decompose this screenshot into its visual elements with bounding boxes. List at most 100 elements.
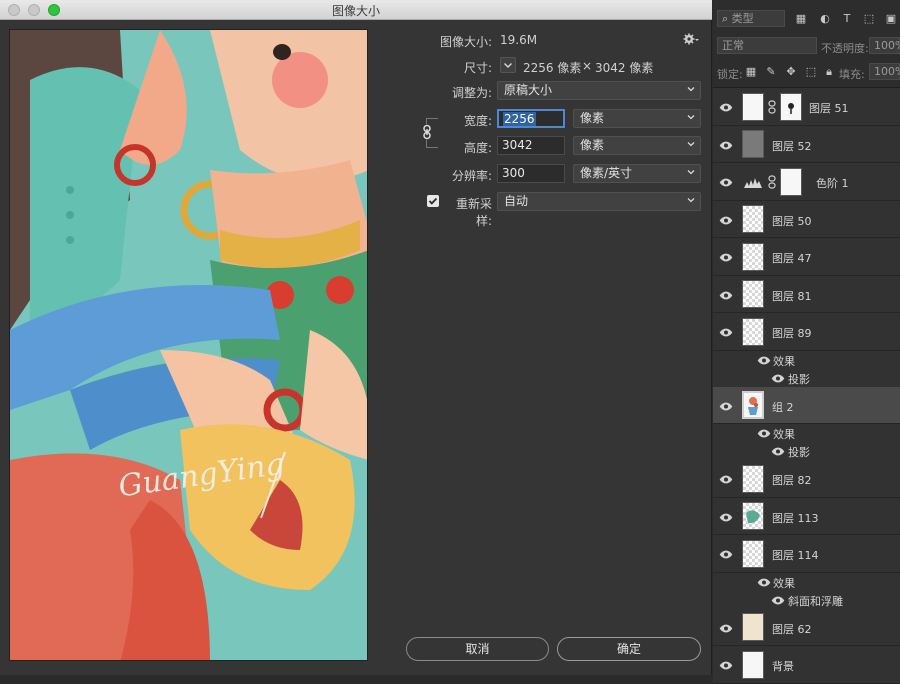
type-filter-icon[interactable]: T — [841, 13, 853, 25]
shape-filter-icon[interactable]: ⬚ — [863, 13, 875, 25]
smart-object-filter-icon[interactable]: ▣ — [885, 13, 897, 25]
visibility-eye-icon[interactable] — [719, 252, 733, 262]
visibility-eye-icon[interactable] — [719, 327, 733, 337]
layer-name[interactable]: 图层 50 — [772, 213, 812, 229]
visibility-eye-icon[interactable] — [757, 428, 771, 438]
layer-filter-value: 类型 — [731, 12, 754, 25]
fill-input[interactable]: 100% — [869, 63, 900, 80]
layer-row[interactable]: 组 2 — [713, 386, 900, 424]
cancel-button[interactable]: 取消 — [406, 637, 549, 661]
layer-thumbnail — [742, 167, 764, 196]
visibility-eye-icon[interactable] — [719, 549, 733, 559]
layer-name[interactable]: 色阶 1 — [816, 175, 849, 191]
resolution-input[interactable]: 300 — [497, 164, 565, 183]
width-input[interactable]: 2256 — [497, 109, 565, 128]
layer-row[interactable]: 图层 62 — [713, 608, 900, 646]
image-size-label: 图像大小: — [439, 35, 492, 49]
resolution-unit-dropdown[interactable]: 像素/英寸 — [573, 164, 701, 183]
layer-mask-thumbnail[interactable] — [780, 167, 802, 196]
layer-name[interactable]: 图层 51 — [809, 100, 849, 116]
visibility-eye-icon[interactable] — [719, 474, 733, 484]
effects-row[interactable]: 效果 — [713, 351, 900, 369]
artboard-lock-icon[interactable]: ⬚ — [805, 66, 817, 78]
layer-row[interactable]: 背景 — [713, 646, 900, 684]
visibility-eye-icon[interactable] — [719, 140, 733, 150]
layer-name[interactable]: 图层 81 — [772, 288, 812, 304]
effect-item[interactable]: 投影 — [713, 369, 900, 387]
image-size-value: 19.6M — [500, 33, 538, 47]
layer-row[interactable]: 图层 81 — [713, 275, 900, 313]
opacity-input[interactable]: 100% — [869, 37, 900, 54]
layer-row[interactable]: 图层 52 — [713, 125, 900, 163]
effects-row[interactable]: 效果 — [713, 424, 900, 442]
layer-thumbnail — [742, 317, 764, 346]
layer-name[interactable]: 图层 52 — [772, 138, 812, 154]
visibility-eye-icon[interactable] — [719, 623, 733, 633]
layer-filter-dropdown[interactable]: ⌕ 类型 — [717, 10, 785, 27]
layer-thumbnail — [742, 242, 764, 271]
fit-to-dropdown[interactable]: 原稿大小 — [497, 81, 701, 100]
visibility-eye-icon[interactable] — [719, 401, 733, 411]
layer-name[interactable]: 图层 113 — [772, 510, 819, 526]
mask-link-icon[interactable] — [768, 175, 776, 189]
visibility-eye-icon[interactable] — [771, 595, 785, 604]
dimensions-unit-dropdown[interactable] — [500, 57, 516, 73]
layer-name[interactable]: 组 2 — [772, 399, 794, 415]
height-unit-dropdown[interactable]: 像素 — [573, 136, 701, 155]
layer-name[interactable]: 图层 114 — [772, 547, 819, 563]
effect-item[interactable]: 斜面和浮雕 — [713, 591, 900, 609]
visibility-eye-icon[interactable] — [719, 215, 733, 225]
visibility-eye-icon[interactable] — [757, 577, 771, 586]
chevron-down-icon — [504, 63, 512, 68]
dimensions-height: 3042 像素 — [595, 61, 654, 75]
layer-row[interactable]: 图层 50 — [713, 200, 900, 238]
effect-item[interactable]: 投影 — [713, 442, 900, 460]
image-preview[interactable]: GuangYing — [9, 29, 368, 661]
resample-checkbox[interactable] — [427, 195, 439, 207]
lock-transparent-icon[interactable]: ▦ — [745, 66, 757, 78]
layer-row[interactable]: 图层 113 — [713, 497, 900, 535]
resolution-label: 分辨率: — [451, 169, 492, 183]
layer-row[interactable]: 图层 51 — [713, 88, 900, 126]
chevron-down-icon — [687, 142, 695, 147]
search-icon: ⌕ — [722, 12, 729, 25]
chevron-down-icon — [687, 87, 695, 92]
visibility-eye-icon[interactable] — [719, 290, 733, 300]
layer-name[interactable]: 图层 62 — [772, 621, 812, 637]
resolution-unit-value: 像素/英寸 — [580, 166, 633, 180]
visibility-eye-icon[interactable] — [719, 102, 733, 112]
lock-position-icon[interactable]: ✥ — [785, 66, 797, 78]
effects-row[interactable]: 效果 — [713, 573, 900, 591]
mask-link-icon[interactable] — [768, 100, 776, 114]
lock-pixels-icon[interactable]: ✎ — [765, 66, 777, 78]
height-input[interactable]: 3042 — [497, 136, 565, 155]
ok-button[interactable]: 确定 — [557, 637, 701, 661]
resample-value: 自动 — [504, 194, 529, 208]
layer-name[interactable]: 图层 47 — [772, 250, 812, 266]
visibility-eye-icon[interactable] — [771, 446, 785, 456]
height-label: 高度: — [463, 141, 492, 155]
layer-row[interactable]: 图层 47 — [713, 238, 900, 276]
visibility-eye-icon[interactable] — [771, 373, 785, 382]
blend-mode-dropdown[interactable]: 正常 — [717, 37, 817, 54]
layer-name[interactable]: 图层 82 — [772, 472, 812, 488]
visibility-eye-icon[interactable] — [719, 660, 733, 670]
layer-name[interactable]: 背景 — [772, 658, 794, 674]
adjustment-filter-icon[interactable]: ◐ — [819, 13, 831, 25]
resample-label: 重新采样: — [455, 197, 492, 228]
visibility-eye-icon[interactable] — [719, 177, 733, 187]
layer-name[interactable]: 图层 89 — [772, 325, 812, 341]
effect-name: 效果 — [773, 428, 795, 441]
lock-all-icon[interactable]: 🔒︎ — [823, 66, 835, 78]
layer-row[interactable]: 图层 82 — [713, 460, 900, 498]
layer-row[interactable]: 色阶 1 — [713, 163, 900, 201]
layer-mask-thumbnail[interactable] — [780, 92, 802, 121]
width-unit-dropdown[interactable]: 像素 — [573, 109, 701, 128]
visibility-eye-icon[interactable] — [757, 355, 771, 364]
gear-icon[interactable] — [683, 32, 699, 46]
layer-row[interactable]: 图层 89 — [713, 313, 900, 351]
resample-dropdown[interactable]: 自动 — [497, 192, 701, 211]
pixel-filter-icon[interactable]: ▦ — [795, 13, 807, 25]
visibility-eye-icon[interactable] — [719, 512, 733, 522]
layer-row[interactable]: 图层 114 — [713, 535, 900, 573]
